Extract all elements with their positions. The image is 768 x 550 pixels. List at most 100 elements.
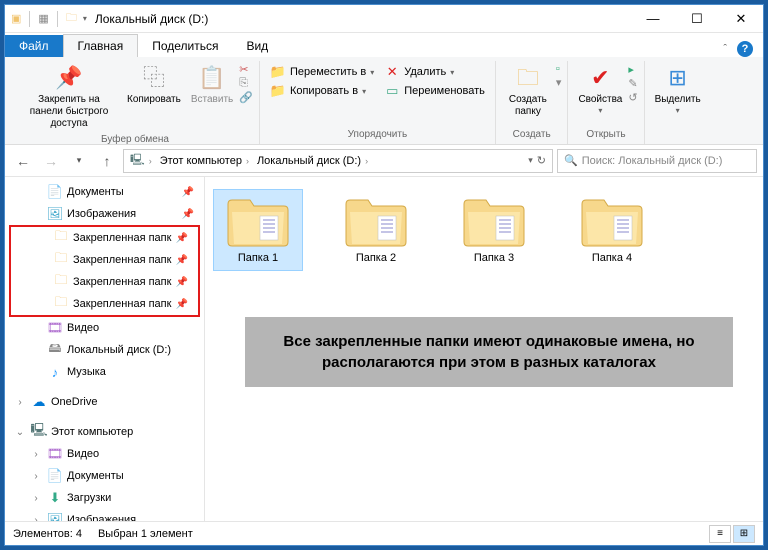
help-icon[interactable]: ? <box>737 41 753 57</box>
folder-item[interactable]: Папка 3 <box>449 189 539 271</box>
tree-item[interactable]: 🖼Изображения📌 <box>5 203 204 225</box>
refresh-icon[interactable]: ↻ <box>537 154 546 167</box>
tree-label: Закрепленная папка <box>73 298 172 310</box>
tree-onedrive[interactable]: ›☁OneDrive <box>5 391 204 413</box>
maximize-button[interactable]: ☐ <box>675 5 719 33</box>
minimize-button[interactable]: — <box>631 5 675 33</box>
annotation-overlay: Все закрепленные папки имеют одинаковые … <box>245 317 733 387</box>
tree-item[interactable]: ›🖼Изображения <box>5 509 204 521</box>
new-extra: ▫ ▾ <box>556 61 562 89</box>
ribbon-group-clipboard: 📌 Закрепить на панели быстрого доступа ⿻… <box>11 61 260 144</box>
search-icon: 🔍 <box>564 154 578 167</box>
video-icon: 🎞 <box>47 320 63 336</box>
tree-item[interactable]: ›🎞Видео <box>5 443 204 465</box>
tree-item[interactable]: 🎞Видео <box>5 317 204 339</box>
select-button[interactable]: ⊞ Выделить ▾ <box>651 61 705 118</box>
tab-file[interactable]: Файл <box>5 35 63 57</box>
tree-item[interactable]: ›⬇Загрузки <box>5 487 204 509</box>
qat-properties-icon[interactable]: ▦ <box>38 12 48 25</box>
address-dropdown-icon[interactable]: ▾ <box>528 155 533 166</box>
recent-dropdown[interactable]: ▾ <box>67 149 91 173</box>
tree-item[interactable]: 🗀Закрепленная папка📌 <box>11 271 198 293</box>
search-input[interactable]: 🔍 Поиск: Локальный диск (D:) <box>557 149 757 173</box>
forward-button[interactable]: → <box>39 149 63 173</box>
tree-item[interactable]: 🗀 Закрепленная папка 📌 <box>11 293 198 315</box>
img-icon: 🖼 <box>47 512 63 521</box>
folder-item[interactable]: Папка 1 <box>213 189 303 271</box>
folder-label: Папка 3 <box>474 252 514 264</box>
copy-to-button[interactable]: 📁Копировать в▾ <box>266 82 378 100</box>
navigation-pane[interactable]: 📄Документы📌🖼Изображения📌 🗀Закрепленная п… <box>5 177 205 521</box>
titlebar: ▣ ▦ 🗀 ▾ Локальный диск (D:) — ☐ ✕ <box>5 5 763 33</box>
qat-dropdown-icon[interactable]: ▾ <box>83 14 87 23</box>
view-details-button[interactable]: ≡ <box>709 525 731 543</box>
breadcrumb-segment[interactable]: Этот компьютер› <box>156 155 253 167</box>
tab-view[interactable]: Вид <box>232 35 282 57</box>
tab-share[interactable]: Поделиться <box>138 35 232 57</box>
folder-item[interactable]: Папка 2 <box>331 189 421 271</box>
history-icon[interactable]: ↺ <box>628 91 637 104</box>
tree-label: Закрепленная папка <box>73 254 172 266</box>
paste-shortcut-icon[interactable]: 🔗 <box>239 91 253 104</box>
address-bar[interactable]: 🖳› Этот компьютер› Локальный диск (D:)› … <box>123 149 553 173</box>
tree-label: Изображения <box>67 514 198 521</box>
tree-item[interactable]: ♪Музыка <box>5 361 204 383</box>
tree-label: Локальный диск (D:) <box>67 344 198 356</box>
pin-icon: 📌 <box>176 299 188 310</box>
separator <box>29 11 30 27</box>
paste-button: 📋 Вставить <box>187 61 237 108</box>
tree-this-pc[interactable]: ⌄🖳Этот компьютер <box>5 421 204 443</box>
delete-icon: ✕ <box>384 64 400 80</box>
open-icon[interactable]: ▸ <box>628 63 637 76</box>
tree-label: Документы <box>67 470 198 482</box>
properties-button[interactable]: ✔ Свойства ▾ <box>574 61 626 118</box>
new-folder-icon: 🗀 <box>513 63 543 93</box>
folder-icon: 🗀 <box>53 296 69 312</box>
tree-item[interactable]: 🖴Локальный диск (D:) <box>5 339 204 361</box>
tree-item[interactable]: ›📄Документы <box>5 465 204 487</box>
folder-icon <box>226 196 290 248</box>
window-title: Локальный диск (D:) <box>95 12 209 26</box>
tree-item[interactable]: 🗀Закрепленная папка📌 <box>11 249 198 271</box>
folder-label: Папка 4 <box>592 252 632 264</box>
folder-item[interactable]: Папка 4 <box>567 189 657 271</box>
delete-button[interactable]: ✕Удалить▾ <box>380 63 489 81</box>
collapse-ribbon-icon[interactable]: ˆ <box>723 43 727 55</box>
tree-label: Изображения <box>67 208 178 220</box>
ribbon-group-select: ⊞ Выделить ▾ <box>645 61 711 144</box>
easy-access-icon[interactable]: ▾ <box>556 76 562 89</box>
file-list[interactable]: Папка 1 Папка 2 Папка 3 Папка 4 Все закрепл… <box>205 177 763 521</box>
tree-item[interactable]: 🗀Закрепленная папка📌 <box>11 227 198 249</box>
pin-button[interactable]: 📌 Закрепить на панели быстрого доступа <box>17 61 121 132</box>
new-folder-button[interactable]: 🗀 Создать папку <box>502 61 554 120</box>
folder-icon: 🗀 <box>53 274 69 290</box>
edit-icon[interactable]: ✎ <box>628 77 637 90</box>
onedrive-icon: ☁ <box>31 394 47 410</box>
tree-label: Закрепленная папка <box>73 276 172 288</box>
properties-icon: ✔ <box>585 63 615 93</box>
tree-label: Музыка <box>67 366 198 378</box>
folder-label: Папка 1 <box>238 252 278 264</box>
copy-path-icon[interactable]: ⎘ <box>239 77 253 90</box>
ribbon-group-organize: 📁Переместить в▾ 📁Копировать в▾ ✕Удалить▾… <box>260 61 496 144</box>
tab-home[interactable]: Главная <box>63 34 139 58</box>
copy-icon: ⿻ <box>139 63 169 93</box>
view-icons-button[interactable]: ⊞ <box>733 525 755 543</box>
tree-item[interactable]: 📄Документы📌 <box>5 181 204 203</box>
tree-label: Видео <box>67 448 198 460</box>
copy-to-icon: 📁 <box>270 83 286 99</box>
doc-icon: 📄 <box>47 468 63 484</box>
rename-icon: ▭ <box>384 83 400 99</box>
folder-icon: 🗀 <box>53 230 69 246</box>
breadcrumb-segment[interactable]: Локальный диск (D:)› <box>253 155 372 167</box>
move-to-button[interactable]: 📁Переместить в▾ <box>266 63 378 81</box>
new-item-icon[interactable]: ▫ <box>556 63 562 75</box>
close-button[interactable]: ✕ <box>719 5 763 33</box>
cut-icon[interactable]: ✂ <box>239 63 253 76</box>
rename-button[interactable]: ▭Переименовать <box>380 82 489 100</box>
video-icon: 🎞 <box>47 446 63 462</box>
back-button[interactable]: ← <box>11 149 35 173</box>
copy-button[interactable]: ⿻ Копировать <box>123 61 185 108</box>
up-button[interactable]: ↑ <box>95 149 119 173</box>
ribbon-tabs: Файл Главная Поделиться Вид ˆ ? <box>5 33 763 57</box>
